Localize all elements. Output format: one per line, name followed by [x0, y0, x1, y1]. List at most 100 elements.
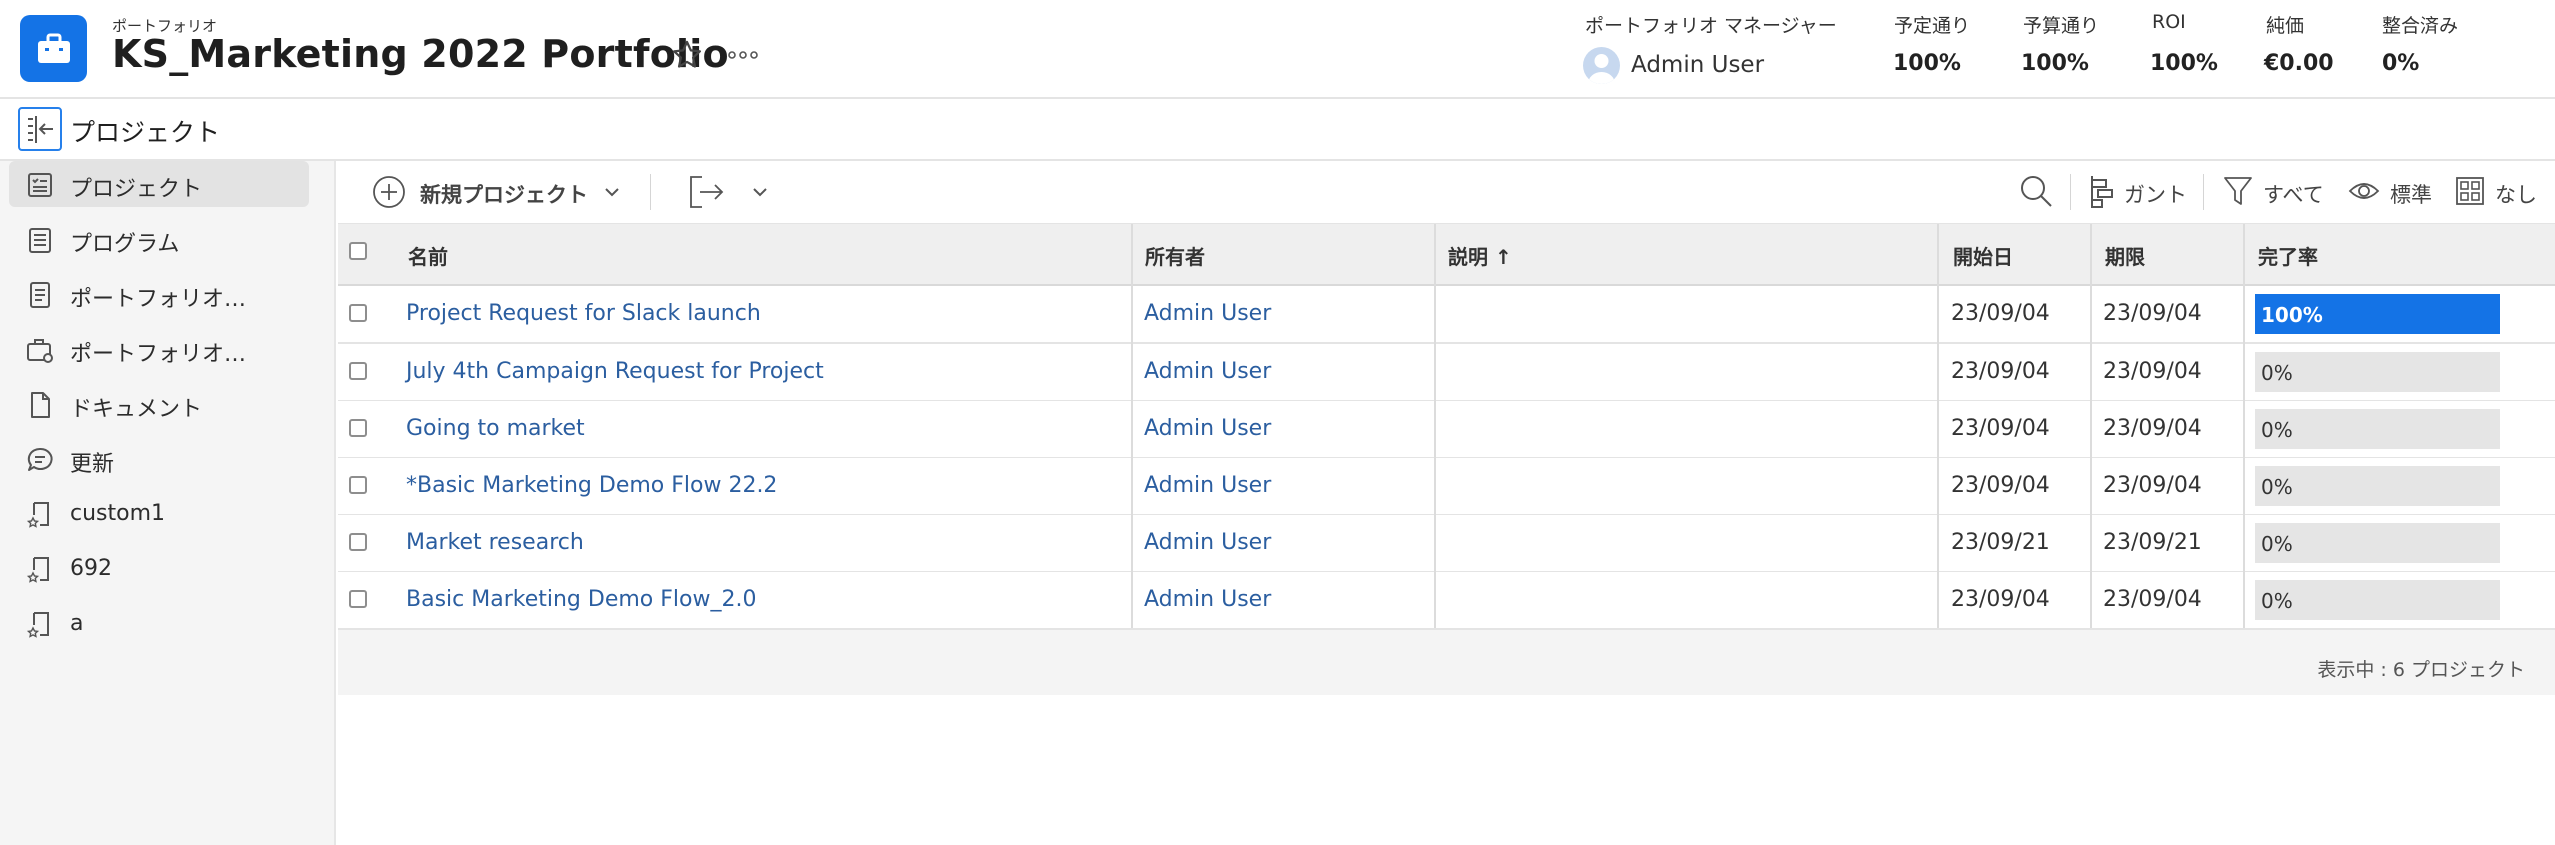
toolbar-divider	[650, 174, 651, 210]
filter-label: すべて	[2263, 183, 2324, 207]
avatar	[1583, 47, 1620, 84]
due-date-cell: 23/09/04	[2103, 587, 2202, 612]
percent-complete-bar: 0%	[2255, 409, 2500, 449]
owner-link[interactable]: Admin User	[1144, 301, 1271, 326]
row-checkbox[interactable]	[349, 419, 367, 437]
due-date-cell: 23/09/04	[2103, 416, 2202, 441]
start-date-cell: 23/09/04	[1951, 473, 2050, 498]
project-name-link[interactable]: Basic Marketing Demo Flow_2.0	[406, 587, 756, 612]
project-name-link[interactable]: Going to market	[406, 416, 585, 441]
row-checkbox[interactable]	[349, 476, 367, 494]
favorite-star-icon[interactable]	[670, 38, 704, 76]
sidebar-item-portfolio-details[interactable]: ポートフォリオ…	[9, 271, 309, 317]
toolbar-divider	[2203, 174, 2204, 210]
sidebar-item-label: a	[70, 611, 84, 636]
column-header-description[interactable]: 説明 ↑	[1448, 241, 1512, 270]
row-checkbox[interactable]	[349, 533, 367, 551]
row-checkbox[interactable]	[349, 304, 367, 322]
metric-label-roi: ROI	[2152, 11, 2186, 33]
table-row[interactable]: *Basic Marketing Demo Flow 22.2 Admin Us…	[338, 458, 2555, 516]
grouping-label: なし	[2495, 183, 2537, 207]
filter-button[interactable]: すべて	[2223, 169, 2333, 213]
project-name-link[interactable]: Market research	[406, 530, 584, 555]
view-button[interactable]: 標準	[2348, 169, 2443, 213]
project-name-link[interactable]: *Basic Marketing Demo Flow 22.2	[406, 473, 777, 498]
page-title: KS_Marketing 2022 Portfolio	[112, 32, 729, 76]
chevron-down-icon	[605, 188, 619, 197]
sidebar-item-label: プロジェクト	[70, 177, 203, 202]
sidebar-item-692[interactable]: 692	[9, 546, 309, 592]
table-header: 名前 所有者 説明 ↑ 開始日 期限 完了率	[338, 224, 2555, 286]
column-divider	[1131, 224, 1133, 628]
collapse-panel-icon	[28, 116, 53, 143]
sidebar-item-updates[interactable]: 更新	[9, 436, 309, 482]
column-header-percent-complete[interactable]: 完了率	[2258, 241, 2318, 270]
document-icon	[31, 392, 50, 418]
metric-label-on-schedule: 予定通り	[1894, 15, 1971, 37]
metric-value-aligned: 0%	[2382, 51, 2420, 76]
portfolio-manager-name[interactable]: Admin User	[1631, 52, 1764, 78]
column-header-owner[interactable]: 所有者	[1145, 241, 1205, 270]
table-row[interactable]: Going to market Admin User 23/09/04 23/0…	[338, 401, 2555, 459]
table-row[interactable]: Market research Admin User 23/09/21 23/0…	[338, 515, 2555, 573]
new-project-button[interactable]: 新規プロジェクト	[372, 169, 632, 213]
project-name-link[interactable]: Project Request for Slack launch	[406, 301, 761, 326]
export-button[interactable]	[688, 169, 778, 213]
collapse-sidebar-button[interactable]	[18, 107, 62, 151]
sidebar-item-programs[interactable]: プログラム	[9, 216, 309, 262]
custom-tab-icon	[26, 612, 49, 638]
owner-link[interactable]: Admin User	[1144, 359, 1271, 384]
owner-link[interactable]: Admin User	[1144, 530, 1271, 555]
row-checkbox[interactable]	[349, 590, 367, 608]
chevron-down-icon	[753, 188, 767, 197]
start-date-cell: 23/09/04	[1951, 416, 2050, 441]
percent-complete-bar: 100%	[2255, 294, 2500, 334]
sidebar-item-a[interactable]: a	[9, 601, 309, 647]
owner-link[interactable]: Admin User	[1144, 587, 1271, 612]
row-checkbox[interactable]	[349, 362, 367, 380]
portfolio-briefcase-icon	[27, 339, 53, 363]
percent-complete-bar: 0%	[2255, 466, 2500, 506]
start-date-cell: 23/09/04	[1951, 359, 2050, 384]
grouping-button[interactable]: なし	[2455, 169, 2545, 213]
sidebar-item-documents[interactable]: ドキュメント	[9, 381, 309, 427]
percent-complete-bar: 0%	[2255, 352, 2500, 392]
percent-complete-label: 0%	[2261, 418, 2293, 442]
metric-label-on-budget: 予算通り	[2023, 15, 2100, 37]
table-row[interactable]: Basic Marketing Demo Flow_2.0 Admin User…	[338, 572, 2555, 630]
project-name-link[interactable]: July 4th Campaign Request for Project	[406, 359, 824, 384]
due-date-cell: 23/09/04	[2103, 359, 2202, 384]
table-footer: 表示中 : 6 プロジェクト	[338, 630, 2555, 695]
column-header-name[interactable]: 名前	[408, 241, 448, 270]
grouping-grid-icon	[2456, 177, 2484, 205]
table-row[interactable]: Project Request for Slack launch Admin U…	[338, 286, 2555, 344]
column-divider	[2243, 224, 2245, 628]
sidebar-item-portfolio-optimizer[interactable]: ポートフォリオ…	[9, 326, 309, 372]
sidebar-item-label: ポートフォリオ…	[70, 287, 247, 312]
add-circle-icon	[373, 176, 405, 208]
sidebar-item-projects[interactable]: プロジェクト	[9, 161, 309, 207]
start-date-cell: 23/09/04	[1951, 587, 2050, 612]
select-all-checkbox[interactable]	[349, 242, 367, 260]
owner-link[interactable]: Admin User	[1144, 473, 1271, 498]
portfolio-doc-icon	[30, 282, 50, 308]
sidebar-item-custom1[interactable]: custom1	[9, 491, 309, 537]
export-arrow-icon	[690, 176, 724, 208]
portfolio-manager-label: ポートフォリオ マネージャー	[1585, 15, 1837, 37]
eye-icon	[2348, 183, 2380, 199]
start-date-cell: 23/09/04	[1951, 301, 2050, 326]
owner-link[interactable]: Admin User	[1144, 416, 1271, 441]
column-header-due-date[interactable]: 期限	[2105, 241, 2145, 270]
new-project-label: 新規プロジェクト	[420, 183, 588, 207]
percent-complete-label: 100%	[2261, 303, 2323, 327]
gantt-button[interactable]: ガント	[2088, 169, 2188, 213]
toolbar-divider	[2070, 174, 2071, 210]
sidebar-item-label: custom1	[70, 501, 166, 526]
search-icon[interactable]	[2018, 173, 2054, 209]
more-options-icon[interactable]	[726, 40, 760, 74]
project-list-icon	[28, 173, 52, 197]
percent-complete-label: 0%	[2261, 475, 2293, 499]
table-row[interactable]: July 4th Campaign Request for Project Ad…	[338, 344, 2555, 402]
column-header-start-date[interactable]: 開始日	[1953, 241, 2013, 270]
percent-complete-label: 0%	[2261, 532, 2293, 556]
